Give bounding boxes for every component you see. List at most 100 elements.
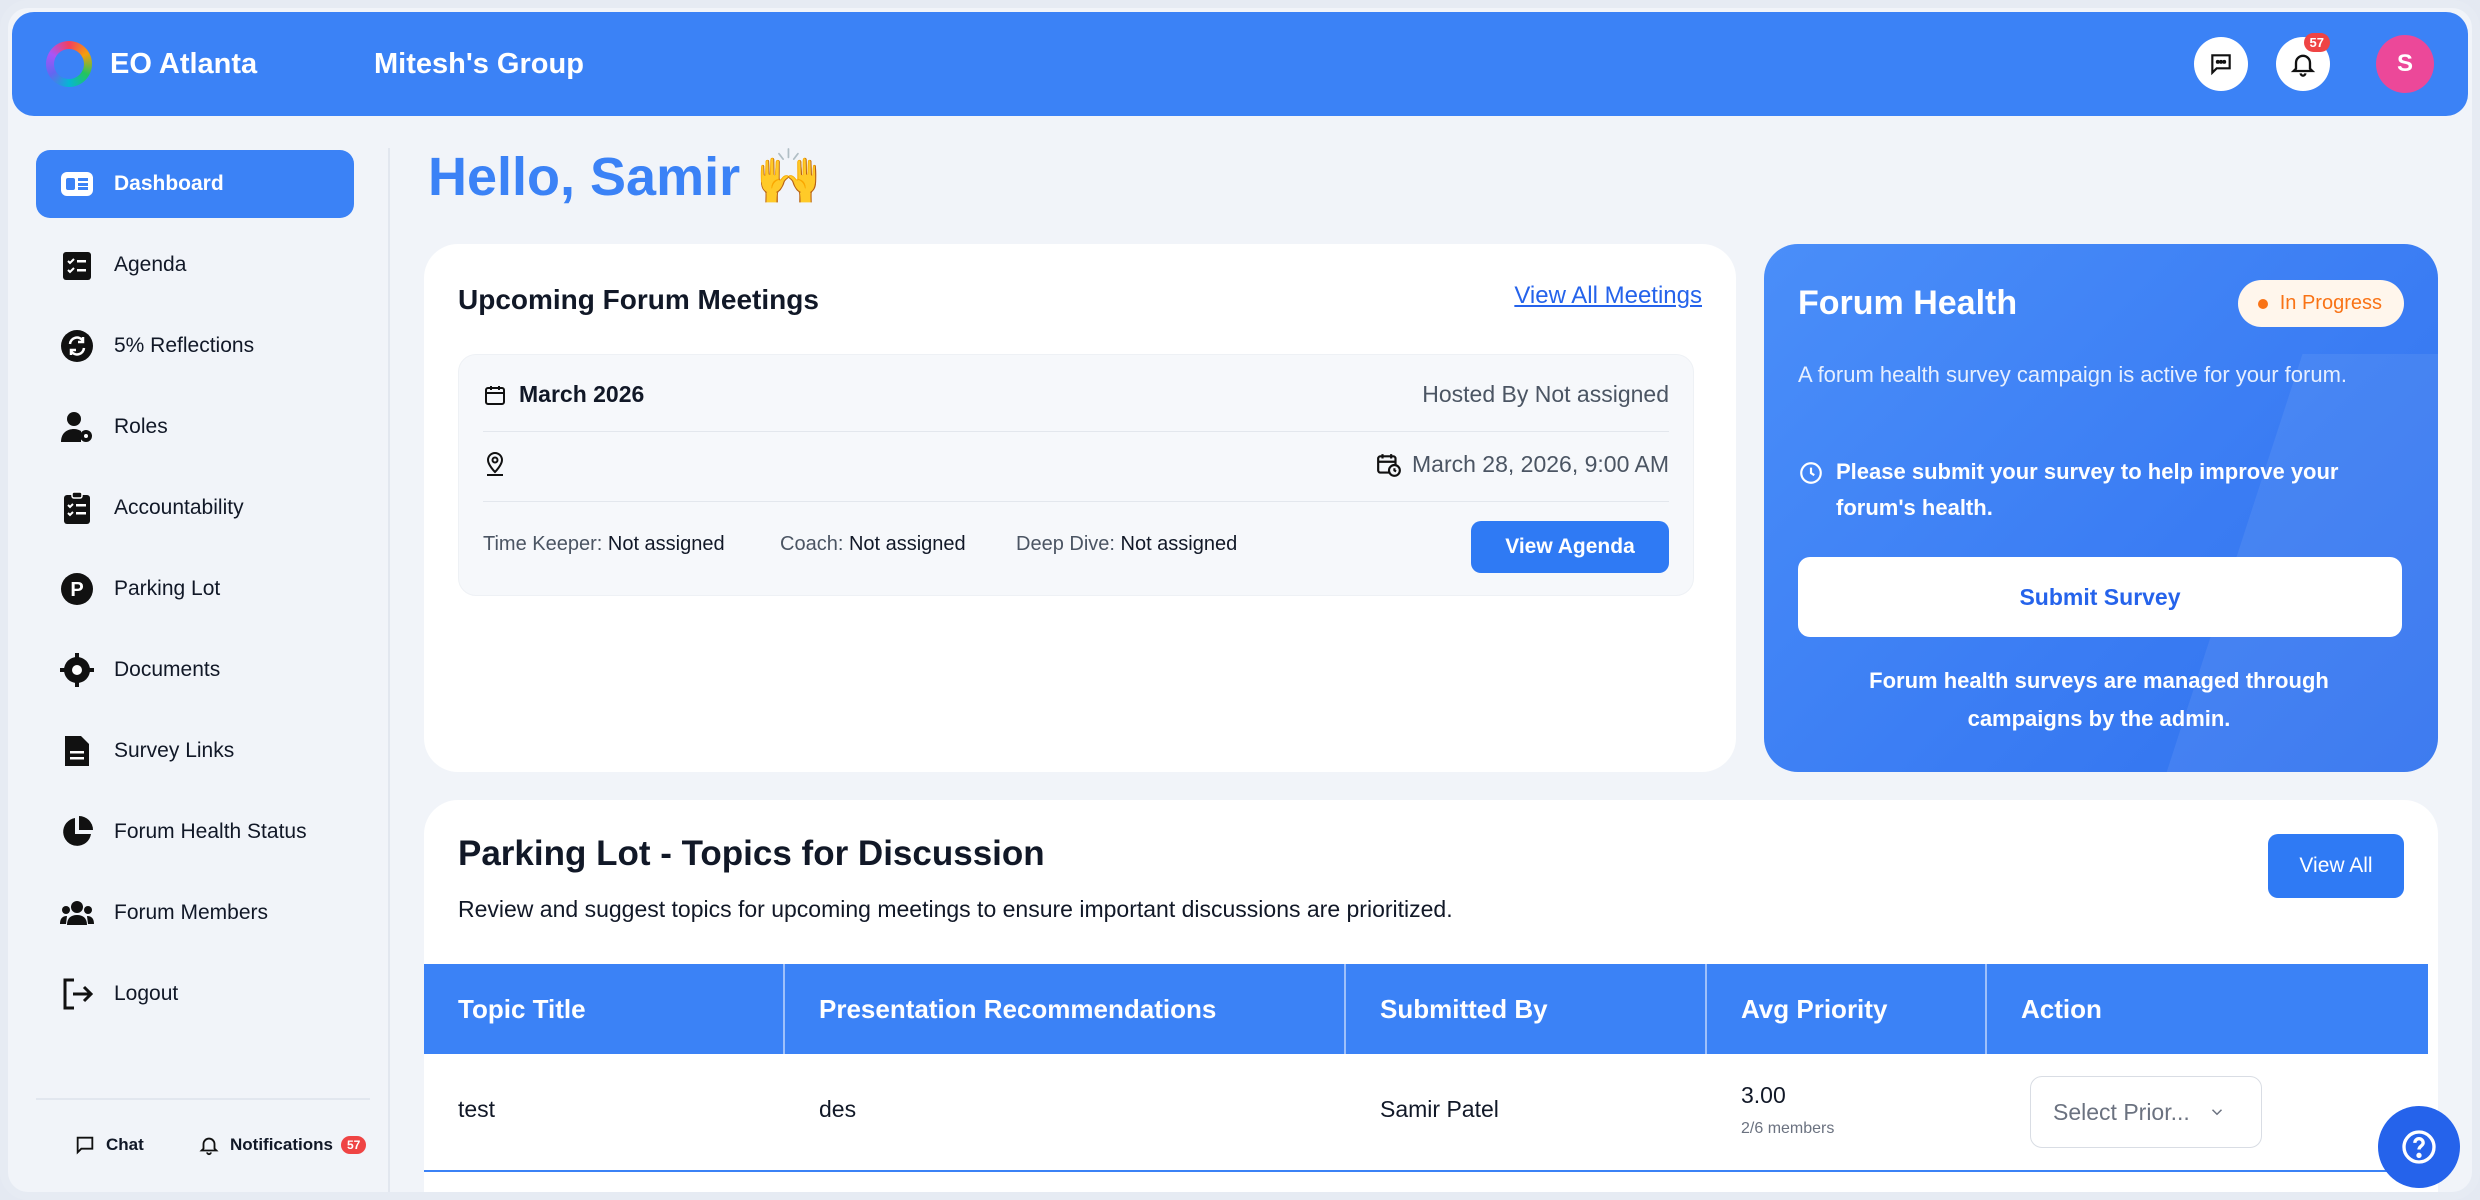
raising-hands-icon: 🙌 [755, 147, 823, 207]
chat-bubble-icon [76, 1136, 94, 1155]
column-header-action[interactable]: Action [1987, 964, 2428, 1054]
topic-title-cell: test [458, 1096, 496, 1122]
parking-lot-title: Parking Lot - Topics for Discussion [458, 834, 1045, 873]
notifications-button[interactable]: 57 [2276, 33, 2330, 91]
sidebar-item-label: 5% Reflections [114, 334, 255, 357]
sidebar: Dashboard Agenda 5% Reflections Roles Ac… [8, 128, 388, 1192]
sidebar-item-logout[interactable]: Logout [36, 960, 354, 1028]
sidebar-item-label: Logout [114, 982, 179, 1005]
forum-health-title: Forum Health [1798, 284, 2018, 322]
upcoming-meetings-card: Upcoming Forum Meetings View All Meeting… [424, 244, 1736, 772]
submit-survey-button[interactable]: Submit Survey [1798, 557, 2402, 637]
view-all-topics-button[interactable]: View All [2268, 834, 2404, 898]
user-avatar[interactable]: S [2376, 35, 2434, 93]
calendar-icon [485, 385, 505, 405]
column-header-submitted-by[interactable]: Submitted By [1346, 964, 1707, 1054]
chat-label: Chat [106, 1135, 144, 1154]
row-divider [424, 1170, 2428, 1172]
sidebar-item-parking-lot[interactable]: P Parking Lot [36, 555, 354, 623]
sidebar-item-accountability[interactable]: Accountability [36, 474, 354, 542]
sidebar-divider [388, 148, 390, 1192]
location-pin-icon [486, 451, 504, 476]
status-badge: In Progress [2237, 280, 2404, 327]
sidebar-item-label: Dashboard [114, 172, 224, 195]
forum-health-card: Forum Health In Progress A forum health … [1764, 244, 2438, 772]
parking-icon: P [60, 572, 94, 606]
sidebar-chat-link[interactable]: Chat [74, 1134, 144, 1156]
forum-health-description: A forum health survey campaign is active… [1798, 362, 2348, 387]
submitted-by-cell: Samir Patel [1380, 1096, 1499, 1122]
sidebar-notifications-link[interactable]: Notifications 57 [198, 1134, 367, 1156]
members-count-cell: 2/6 members [1741, 1120, 1835, 1137]
help-button[interactable] [2378, 1106, 2460, 1188]
notification-badge: 57 [2303, 33, 2330, 52]
meeting-datetime: March 28, 2026, 9:00 AM [1376, 451, 1669, 478]
time-keeper: Time Keeper: Not assigned [483, 533, 725, 555]
sidebar-item-label: Forum Health Status [114, 820, 307, 843]
sidebar-footer-divider [36, 1098, 370, 1100]
sidebar-item-documents[interactable]: Documents [36, 636, 354, 704]
deep-dive: Deep Dive: Not assigned [1016, 533, 1238, 555]
recommendation-cell: des [819, 1096, 857, 1122]
file-icon [60, 734, 94, 768]
agenda-icon [60, 248, 94, 282]
topics-table-header: Topic Title Presentation Recommendations… [424, 964, 2428, 1054]
meeting-month: March 2026 [483, 381, 644, 408]
question-circle-icon [2402, 1130, 2436, 1164]
sidebar-item-forum-members[interactable]: Forum Members [36, 879, 354, 947]
brand-name: EO Atlanta [110, 47, 258, 80]
chat-bubble-icon [2211, 54, 2231, 76]
status-dot-icon [2257, 298, 2268, 309]
sidebar-item-reflections[interactable]: 5% Reflections [36, 312, 354, 380]
clipboard-icon [60, 491, 94, 525]
priority-select-value: Select Prior... [2053, 1098, 2190, 1125]
meeting-datetime-text: March 28, 2026, 9:00 AM [1412, 451, 1669, 477]
sidebar-item-label: Roles [114, 415, 168, 438]
sidebar-item-roles[interactable]: Roles [36, 393, 354, 461]
sidebar-item-label: Survey Links [114, 739, 235, 762]
notifications-badge: 57 [340, 1136, 367, 1154]
documents-icon [60, 653, 94, 687]
svg-text:P: P [70, 579, 83, 601]
sidebar-item-survey-links[interactable]: Survey Links [36, 717, 354, 785]
eo-logo-icon [46, 41, 92, 87]
clock-icon [1800, 462, 1822, 484]
calendar-clock-icon [1377, 453, 1401, 477]
members-icon [60, 896, 94, 930]
greeting-text: Hello, Samir [428, 147, 741, 207]
chevron-down-icon [2211, 1109, 2222, 1116]
page-greeting: Hello, Samir 🙌 [428, 146, 822, 209]
chat-button[interactable] [2194, 37, 2248, 91]
column-header-avg-priority[interactable]: Avg Priority [1707, 964, 1987, 1054]
meeting-host: Hosted By Not assigned [1422, 381, 1669, 407]
parking-lot-subtitle: Review and suggest topics for upcoming m… [458, 896, 1453, 922]
meeting-month-text: March 2026 [519, 381, 645, 407]
parking-lot-card: Parking Lot - Topics for Discussion Revi… [424, 800, 2438, 1200]
roles-icon [60, 410, 94, 444]
sidebar-item-label: Forum Members [114, 901, 269, 924]
meetings-title: Upcoming Forum Meetings [458, 284, 819, 315]
sidebar-item-dashboard[interactable]: Dashboard [36, 150, 354, 218]
sidebar-item-forum-health-status[interactable]: Forum Health Status [36, 798, 354, 866]
sidebar-item-agenda[interactable]: Agenda [36, 231, 354, 299]
view-all-meetings-link[interactable]: View All Meetings [1514, 282, 1702, 310]
priority-select[interactable]: Select Prior... [2030, 1076, 2262, 1148]
sidebar-item-label: Agenda [114, 253, 187, 276]
sidebar-item-label: Documents [114, 658, 221, 681]
next-priority-select[interactable] [2030, 1192, 2262, 1200]
logout-icon [60, 977, 94, 1011]
avg-priority-cell: 3.00 [1741, 1082, 1786, 1108]
status-text: In Progress [2279, 292, 2382, 314]
column-header-topic-title[interactable]: Topic Title [424, 964, 785, 1054]
column-header-recommendations[interactable]: Presentation Recommendations [785, 964, 1346, 1054]
notifications-label: Notifications [230, 1135, 333, 1154]
row-divider [483, 501, 1669, 502]
pie-icon [60, 815, 94, 849]
sidebar-item-label: Parking Lot [114, 577, 221, 600]
forum-health-notice-text: Please submit your survey to help improv… [1836, 459, 2339, 520]
meeting-item: March 2026 Hosted By Not assigned March … [458, 354, 1694, 596]
app-frame: EO Atlanta Mitesh's Group 57 S Dashboard… [0, 0, 2480, 1200]
view-agenda-button[interactable]: View Agenda [1471, 521, 1669, 573]
forum-health-notice: Please submit your survey to help improv… [1798, 454, 2398, 526]
refresh-icon [60, 329, 94, 363]
